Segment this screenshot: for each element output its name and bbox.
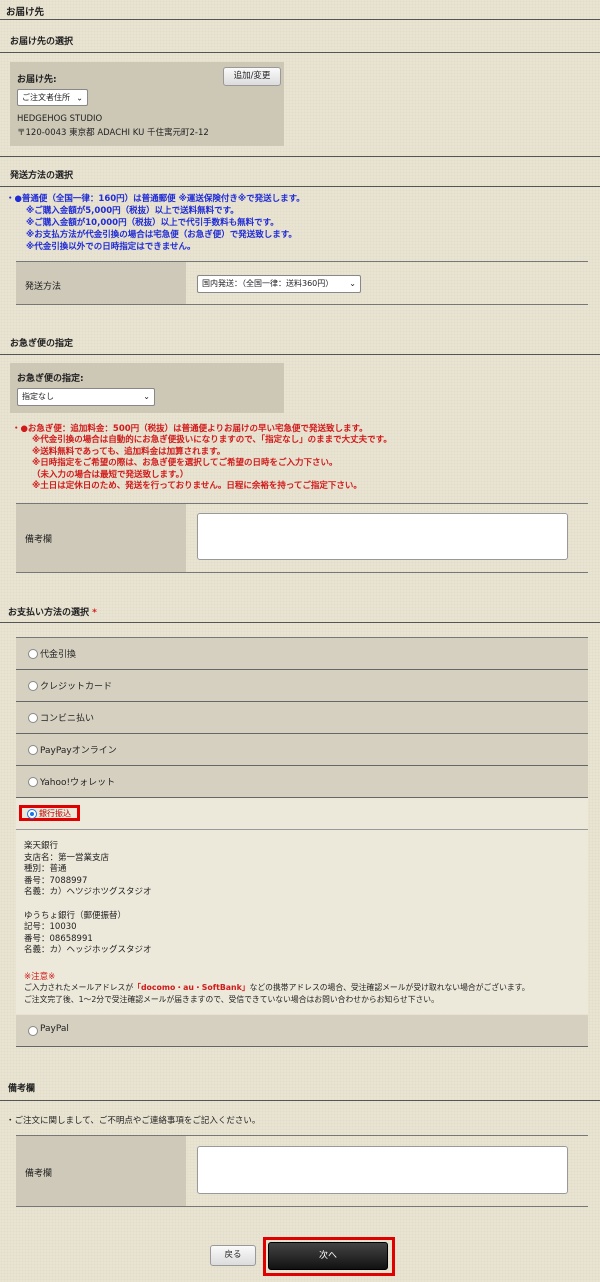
express-label: お急ぎ便の指定: [17,374,84,384]
chevron-down-icon: ⌄ [143,392,150,401]
caution-title: ※注意※ [24,972,56,982]
payment-option-cod[interactable]: 代金引換 [16,638,588,670]
remarks-textarea[interactable] [197,1146,568,1194]
destination-label: お届け先: [17,75,57,85]
payment-section-title: お支払い方法の選択 * [8,608,97,618]
radio-icon[interactable] [28,713,38,723]
express-select[interactable]: 指定なし ⌄ [17,388,155,406]
remarks-section-title: 備考欄 [8,1084,36,1094]
radio-icon[interactable] [28,1026,38,1036]
radio-icon[interactable] [28,745,38,755]
recipient-address: 〒120-0043 東京都 ADACHI KU 千住寓元町2-12 [17,128,209,138]
payment-option-paypal[interactable]: PayPal [16,1015,588,1047]
remarks-label: 備考欄 [25,1169,53,1179]
shipping-method-label: 発送方法 [25,282,62,292]
payment-option-bank[interactable]: 銀行振込 [16,798,588,830]
destination-panel: お届け先: 追加/変更 ご注文者住所 ⌄ HEDGEHOG STUDIO 〒120… [10,62,284,146]
express-panel: お急ぎ便の指定: 指定なし ⌄ [10,363,284,413]
express-remarks-label: 備考欄 [25,535,53,545]
back-button[interactable]: 戻る [210,1245,256,1266]
payment-option-credit[interactable]: クレジットカード [16,670,588,702]
radio-checked-icon[interactable] [27,809,37,819]
express-remarks-textarea[interactable] [197,513,568,560]
radio-icon[interactable] [28,649,38,659]
payment-option-paypay[interactable]: PayPayオンライン [16,734,588,766]
page-title: お届け先 [6,7,45,18]
radio-icon[interactable] [28,777,38,787]
payment-option-convenience[interactable]: コンビニ払い [16,702,588,734]
recipient-name: HEDGEHOG STUDIO [17,114,103,124]
express-remarks-label-cell: 備考欄 [16,504,186,572]
remarks-label-cell: 備考欄 [16,1136,186,1206]
chevron-down-icon: ⌄ [349,279,356,288]
add-change-button[interactable]: 追加/変更 [223,67,281,86]
radio-icon[interactable] [28,681,38,691]
remarks-note: ・ご注文に関しまして、ご不明点やご連絡事項をご記入ください。 [6,1116,261,1126]
chevron-down-icon: ⌄ [76,93,83,102]
bank-info-panel: 楽天銀行 支店名：第一営業支店 種別：普通 番号：7088997 名義：カ）ヘツ… [16,830,588,1014]
shipping-method-label-cell: 発送方法 [16,262,186,304]
destination-section-title: お届け先の選択 [10,37,74,47]
shipping-section-title: 発送方法の選択 [10,171,74,181]
caution-line-1: ご入力されたメールアドレスが「docomo・au・SoftBank」などの携帯ア… [24,983,530,992]
next-button[interactable]: 次へ [268,1242,388,1270]
express-section-title: お急ぎ便の指定 [10,339,74,349]
caution-line-2: ご注文完了後、1〜2分で受注確認メールが届きますので、受信できていない場合はお問… [24,995,439,1004]
payment-option-yahoo[interactable]: Yahoo!ウォレット [16,766,588,798]
shipping-method-select[interactable]: 国内発送：（全国一律：送料360円） ⌄ [197,275,361,293]
required-mark: * [92,608,97,618]
destination-select[interactable]: ご注文者住所 ⌄ [17,89,88,106]
